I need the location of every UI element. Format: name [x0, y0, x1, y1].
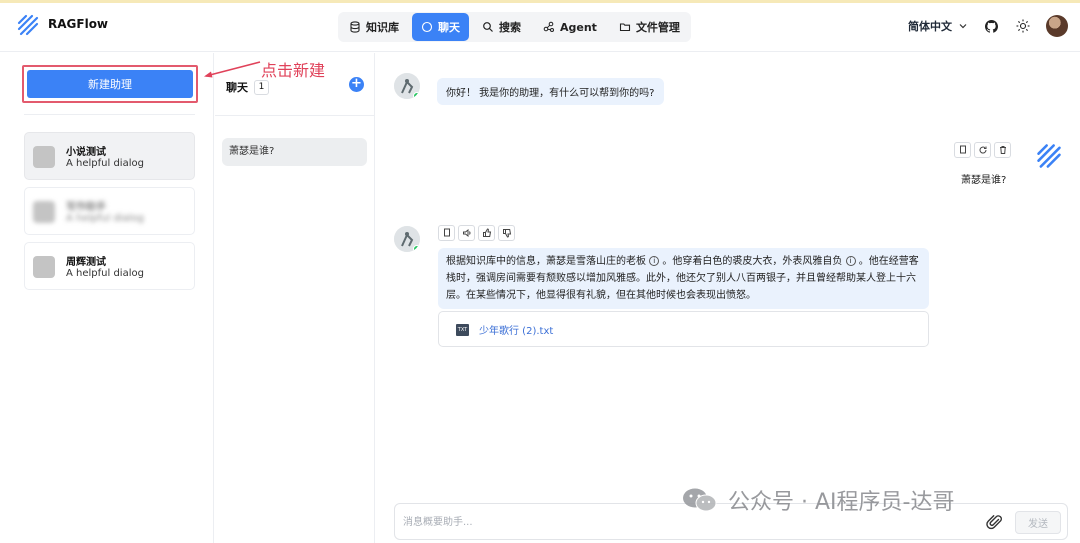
add-conversation-plus-icon[interactable]: + — [349, 77, 364, 92]
wechat-watermark: 公众号 · AI程序员-达哥 — [680, 484, 954, 516]
watermark-text: 公众号 · AI程序员-达哥 — [728, 490, 955, 515]
online-status-dot — [413, 245, 420, 252]
nav-label: Agent — [560, 20, 597, 34]
nav-search[interactable]: 搜索 — [473, 13, 530, 41]
thumbs-up-icon[interactable] — [478, 225, 495, 241]
nav-label: 知识库 — [366, 21, 399, 34]
assistant-card[interactable]: 写作助手 A helpful dialog — [24, 187, 195, 235]
copy-icon[interactable] — [438, 225, 455, 241]
citation-info-icon[interactable]: i — [649, 256, 660, 266]
reference-file-card[interactable]: TXT 少年歌行 (2).txt — [438, 311, 929, 347]
assistant-avatar — [33, 146, 55, 168]
ragflow-logo-icon[interactable] — [16, 13, 40, 37]
copy-icon[interactable] — [954, 142, 971, 158]
chat-bubble-icon — [421, 21, 433, 33]
user-avatar[interactable] — [1046, 15, 1068, 37]
nav-file-management[interactable]: 文件管理 — [610, 13, 689, 41]
assistant-sidebar: 新建助理 小说测试 A helpful dialog 写作助手 A helpfu… — [0, 53, 214, 543]
assistant-card[interactable]: 小说测试 A helpful dialog — [24, 132, 195, 180]
conversation-count-badge: 1 — [254, 79, 269, 95]
wechat-icon — [683, 488, 717, 512]
online-status-dot — [413, 92, 420, 99]
citation-info-icon[interactable]: i — [845, 256, 856, 266]
assistant-name: 写作助手 — [66, 202, 106, 213]
send-button[interactable]: 发送 — [1015, 511, 1061, 534]
conversation-list-panel: 聊天 1 + 萧瑟是谁? — [215, 53, 375, 543]
search-icon — [483, 22, 493, 32]
assistant-name: 周辉测试 — [66, 257, 106, 268]
top-header: RAGFlow 知识库 聊天 搜索 Agent 文件管理 简体中文 — [0, 3, 1080, 52]
nav-knowledge-base[interactable]: 知识库 — [340, 13, 408, 41]
assistant-description: A helpful dialog — [66, 213, 144, 224]
regenerate-icon[interactable] — [974, 142, 991, 158]
bot-avatar — [394, 226, 420, 252]
new-button-highlight-box: 新建助理 — [22, 65, 198, 103]
nav-chat[interactable]: 聊天 — [412, 13, 469, 41]
delete-icon[interactable] — [994, 142, 1011, 158]
assistant-description: A helpful dialog — [66, 158, 144, 169]
speaker-icon[interactable] — [458, 225, 475, 241]
nav-label: 文件管理 — [635, 21, 680, 34]
sidebar-divider — [24, 114, 195, 115]
database-icon — [350, 21, 360, 33]
github-icon[interactable] — [982, 17, 1000, 35]
chevron-down-icon — [959, 24, 967, 29]
agent-graph-icon — [543, 21, 554, 32]
bot-answer-bubble: 根据知识库中的信息，萧瑟是雪落山庄的老板 i 。他穿着白色的裘皮大衣，外表风雅自… — [438, 248, 929, 309]
nav-label: 搜索 — [499, 21, 521, 34]
chat-list-divider — [215, 115, 375, 116]
header-actions: 简体中文 — [908, 15, 1068, 37]
bot-greeting-bubble: 你好！ 我是你的助理，有什么可以帮到你的吗? — [437, 78, 664, 105]
txt-file-icon: TXT — [456, 324, 469, 336]
assistant-card[interactable]: 周辉测试 A helpful dialog — [24, 242, 195, 290]
language-selector[interactable]: 简体中文 — [908, 18, 968, 34]
answer-text-part: 。他穿着白色的裘皮大衣，外表风雅自负 — [662, 256, 843, 267]
chat-main-area: 你好！ 我是你的助理，有什么可以帮到你的吗? 萧瑟是谁? 根据知识库中的信息，萧… — [376, 53, 1080, 543]
app-name: RAGFlow — [48, 17, 109, 31]
new-assistant-button[interactable]: 新建助理 — [27, 70, 193, 98]
answer-text-part: 根据知识库中的信息，萧瑟是雪落山庄的老板 — [446, 256, 646, 267]
assistant-avatar — [33, 201, 55, 223]
nav-label: 聊天 — [438, 21, 460, 34]
user-message-toolbar — [954, 142, 1011, 158]
chat-list-header: 聊天 1 — [226, 79, 269, 95]
assistant-description: A helpful dialog — [66, 268, 144, 279]
folder-icon — [619, 23, 630, 32]
theme-sun-icon[interactable] — [1014, 17, 1032, 35]
answer-toolbar — [438, 225, 515, 241]
paperclip-icon[interactable] — [986, 513, 1004, 531]
conversation-item[interactable]: 萧瑟是谁? — [222, 138, 367, 166]
nav-agent[interactable]: Agent — [534, 13, 606, 41]
assistant-name: 小说测试 — [66, 147, 106, 158]
bot-avatar — [394, 73, 420, 99]
main-nav: 知识库 聊天 搜索 Agent 文件管理 — [338, 12, 691, 42]
language-label: 简体中文 — [908, 20, 952, 33]
thumbs-down-icon[interactable] — [498, 225, 515, 241]
reference-file-name[interactable]: 少年歌行 (2).txt — [479, 322, 553, 337]
user-question-text: 萧瑟是谁? — [961, 175, 1007, 186]
assistant-avatar — [33, 256, 55, 278]
user-logo-avatar-icon — [1037, 144, 1061, 168]
chat-list-title: 聊天 — [226, 81, 248, 94]
